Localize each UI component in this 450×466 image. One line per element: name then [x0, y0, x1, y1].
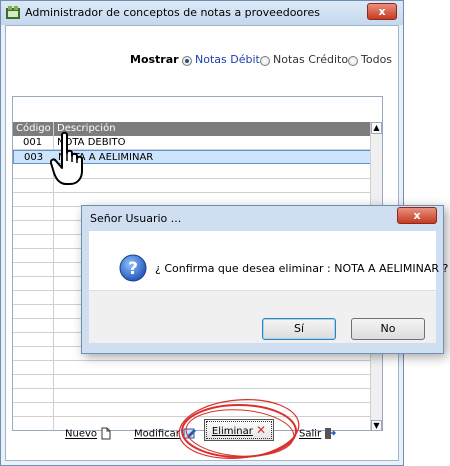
dialog-message: ¿ Confirma que desea eliminar : NOTA A A… — [155, 262, 449, 275]
window-close-button[interactable]: x — [367, 3, 397, 20]
window-title: Administrador de conceptos de notas a pr… — [25, 6, 320, 19]
radio-todos[interactable] — [348, 56, 358, 66]
scroll-up-icon[interactable]: ▲ — [371, 122, 382, 134]
dialog-footer: Sí No — [89, 290, 436, 343]
yes-button[interactable]: Sí — [262, 318, 336, 340]
question-icon: ? — [119, 254, 147, 282]
radio-label-notas-credito[interactable]: Notas Crédito — [273, 53, 348, 66]
salir-label: Salir — [299, 428, 322, 440]
grid-empty-band — [13, 97, 382, 121]
dialog-close-button[interactable]: x — [397, 207, 437, 224]
modificar-label: Modificar — [134, 428, 180, 440]
nuevo-label: Nuevo — [65, 428, 98, 440]
radio-label-todos[interactable]: Todos — [361, 53, 392, 66]
salir-button[interactable]: Salir — [299, 427, 337, 440]
cell-code: 001 — [23, 137, 43, 148]
radio-notas-debito[interactable] — [182, 56, 192, 66]
filter-bar: Mostrar Notas Débito Notas Crédito Todos — [6, 52, 398, 70]
scroll-down-icon[interactable]: ▼ — [371, 420, 382, 430]
no-button[interactable]: No — [351, 318, 425, 340]
hand-pointer-icon — [50, 131, 83, 185]
title-bar[interactable]: Administrador de conceptos de notas a pr… — [1, 1, 403, 25]
radio-label-notas-debito[interactable]: Notas Débito — [195, 53, 267, 66]
table-row[interactable] — [13, 375, 373, 389]
exit-door-icon — [325, 428, 337, 439]
column-header-codigo[interactable]: Código — [16, 123, 51, 134]
radio-notas-credito[interactable] — [260, 56, 270, 66]
highlight-ring-icon — [178, 399, 300, 459]
nuevo-button[interactable]: Nuevo — [65, 427, 112, 440]
app-icon — [6, 6, 20, 19]
table-row[interactable] — [13, 361, 373, 375]
confirm-dialog: Señor Usuario ... x ? ¿ Confirma que des… — [81, 205, 448, 354]
new-document-icon — [101, 427, 111, 440]
dialog-title: Señor Usuario ... — [90, 212, 182, 225]
svg-text:?: ? — [128, 259, 138, 279]
cell-code: 003 — [24, 152, 44, 163]
filter-label: Mostrar — [130, 53, 179, 66]
